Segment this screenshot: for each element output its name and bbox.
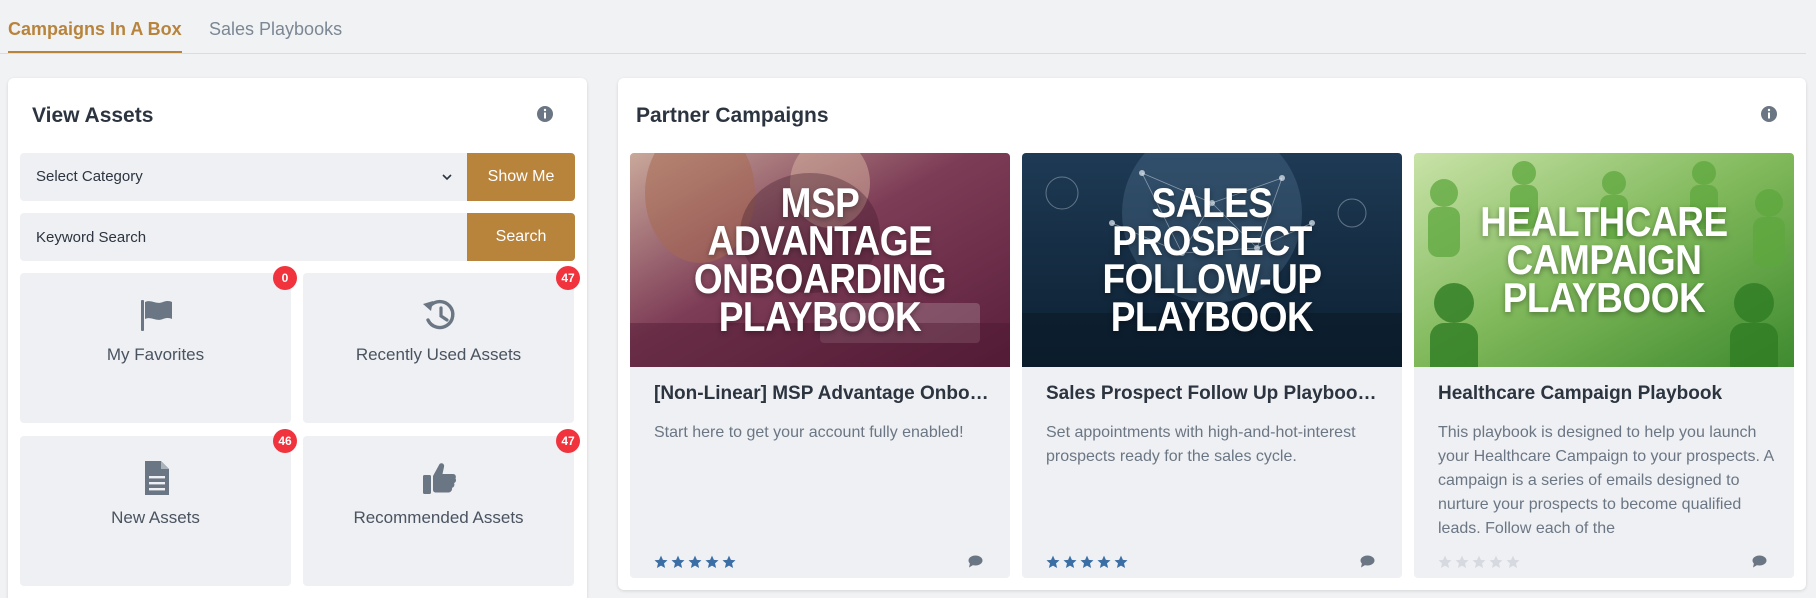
star-icon[interactable] xyxy=(705,555,719,569)
tab-bar: Campaigns In A Box Sales Playbooks xyxy=(0,0,1806,54)
document-icon xyxy=(144,461,169,495)
campaign-hero-image: HEALTHCARE CAMPAIGN PLAYBOOK xyxy=(1414,153,1794,367)
recently-used-count-badge: 47 xyxy=(556,266,580,290)
category-select[interactable]: Select Category xyxy=(20,153,467,201)
tab-sales-playbooks[interactable]: Sales Playbooks xyxy=(209,19,342,40)
thumbs-up-icon xyxy=(422,463,456,494)
flag-icon xyxy=(140,300,172,331)
tile-label: Recommended Assets xyxy=(353,508,524,527)
star-icon[interactable] xyxy=(654,555,668,569)
view-assets-panel: View Assets Select Category Show Me Sear… xyxy=(8,78,587,598)
campaign-description: Set appointments with high-and-hot-inter… xyxy=(1046,424,1356,465)
star-rating[interactable] xyxy=(1438,555,1520,569)
show-me-button[interactable]: Show Me xyxy=(467,153,575,201)
comment-icon[interactable] xyxy=(968,555,983,568)
campaign-card[interactable]: HEALTHCARE CAMPAIGN PLAYBOOK Healthcare … xyxy=(1414,153,1794,578)
hero-text: HEALTHCARE CAMPAIGN PLAYBOOK xyxy=(1480,198,1728,321)
tile-new-assets[interactable]: New Assets xyxy=(20,436,291,586)
partner-campaigns-panel: Partner Campaigns MSP ADVANTAGE ONBOARDI… xyxy=(618,78,1806,590)
tab-campaigns-in-a-box[interactable]: Campaigns In A Box xyxy=(8,19,182,53)
keyword-search-input[interactable] xyxy=(36,213,456,261)
campaign-hero-image: SALES PROSPECT FOLLOW-UP PLAYBOOK xyxy=(1022,153,1402,367)
campaign-title[interactable]: Sales Prospect Follow Up Playbook Campai… xyxy=(1046,383,1386,405)
star-icon[interactable] xyxy=(1097,555,1111,569)
hero-text: SALES PROSPECT FOLLOW-UP PLAYBOOK xyxy=(1102,179,1322,340)
star-icon[interactable] xyxy=(1472,555,1486,569)
tile-recommended-assets[interactable]: Recommended Assets xyxy=(303,436,574,586)
view-assets-title: View Assets xyxy=(32,104,154,127)
new-assets-count-badge: 46 xyxy=(273,429,297,453)
tile-recently-used-assets[interactable]: Recently Used Assets xyxy=(303,273,574,423)
history-icon xyxy=(422,299,454,330)
campaign-hero-image: MSP ADVANTAGE ONBOARDING PLAYBOOK xyxy=(630,153,1010,367)
partner-campaigns-title: Partner Campaigns xyxy=(636,104,829,127)
search-button[interactable]: Search xyxy=(467,213,575,261)
tile-label: My Favorites xyxy=(106,345,205,364)
star-icon[interactable] xyxy=(722,555,736,569)
category-select-row: Select Category Show Me xyxy=(20,153,575,201)
star-icon[interactable] xyxy=(671,555,685,569)
keyword-search-field xyxy=(20,213,467,261)
tile-label: Recently Used Assets xyxy=(355,345,522,364)
recommended-count-badge: 47 xyxy=(556,429,580,453)
tile-label: New Assets xyxy=(111,508,200,527)
campaign-title[interactable]: Healthcare Campaign Playbook xyxy=(1438,383,1778,405)
info-icon[interactable] xyxy=(536,105,554,123)
star-icon[interactable] xyxy=(1506,555,1520,569)
keyword-search-row: Search xyxy=(20,213,575,261)
star-icon[interactable] xyxy=(1438,555,1452,569)
star-icon[interactable] xyxy=(1455,555,1469,569)
chevron-down-icon xyxy=(442,174,452,181)
star-icon[interactable] xyxy=(1080,555,1094,569)
campaign-title[interactable]: [Non-Linear] MSP Advantage Onboarding Pl… xyxy=(654,383,994,405)
info-icon[interactable] xyxy=(1760,105,1778,123)
campaign-description: This playbook is designed to help you la… xyxy=(1438,424,1774,537)
star-rating[interactable] xyxy=(1046,555,1128,569)
hero-text: MSP ADVANTAGE ONBOARDING PLAYBOOK xyxy=(693,179,947,340)
comment-icon[interactable] xyxy=(1752,555,1767,568)
tile-my-favorites[interactable]: My Favorites xyxy=(20,273,291,423)
star-rating[interactable] xyxy=(654,555,736,569)
comment-icon[interactable] xyxy=(1360,555,1375,568)
campaign-card[interactable]: MSP ADVANTAGE ONBOARDING PLAYBOOK [Non-L… xyxy=(630,153,1010,578)
category-select-value: Select Category xyxy=(36,168,143,185)
favorites-count-badge: 0 xyxy=(273,266,297,290)
star-icon[interactable] xyxy=(688,555,702,569)
star-icon[interactable] xyxy=(1046,555,1060,569)
star-icon[interactable] xyxy=(1114,555,1128,569)
star-icon[interactable] xyxy=(1063,555,1077,569)
star-icon[interactable] xyxy=(1489,555,1503,569)
campaign-card[interactable]: SALES PROSPECT FOLLOW-UP PLAYBOOK Sales … xyxy=(1022,153,1402,578)
campaign-description: Start here to get your account fully ena… xyxy=(654,424,964,441)
